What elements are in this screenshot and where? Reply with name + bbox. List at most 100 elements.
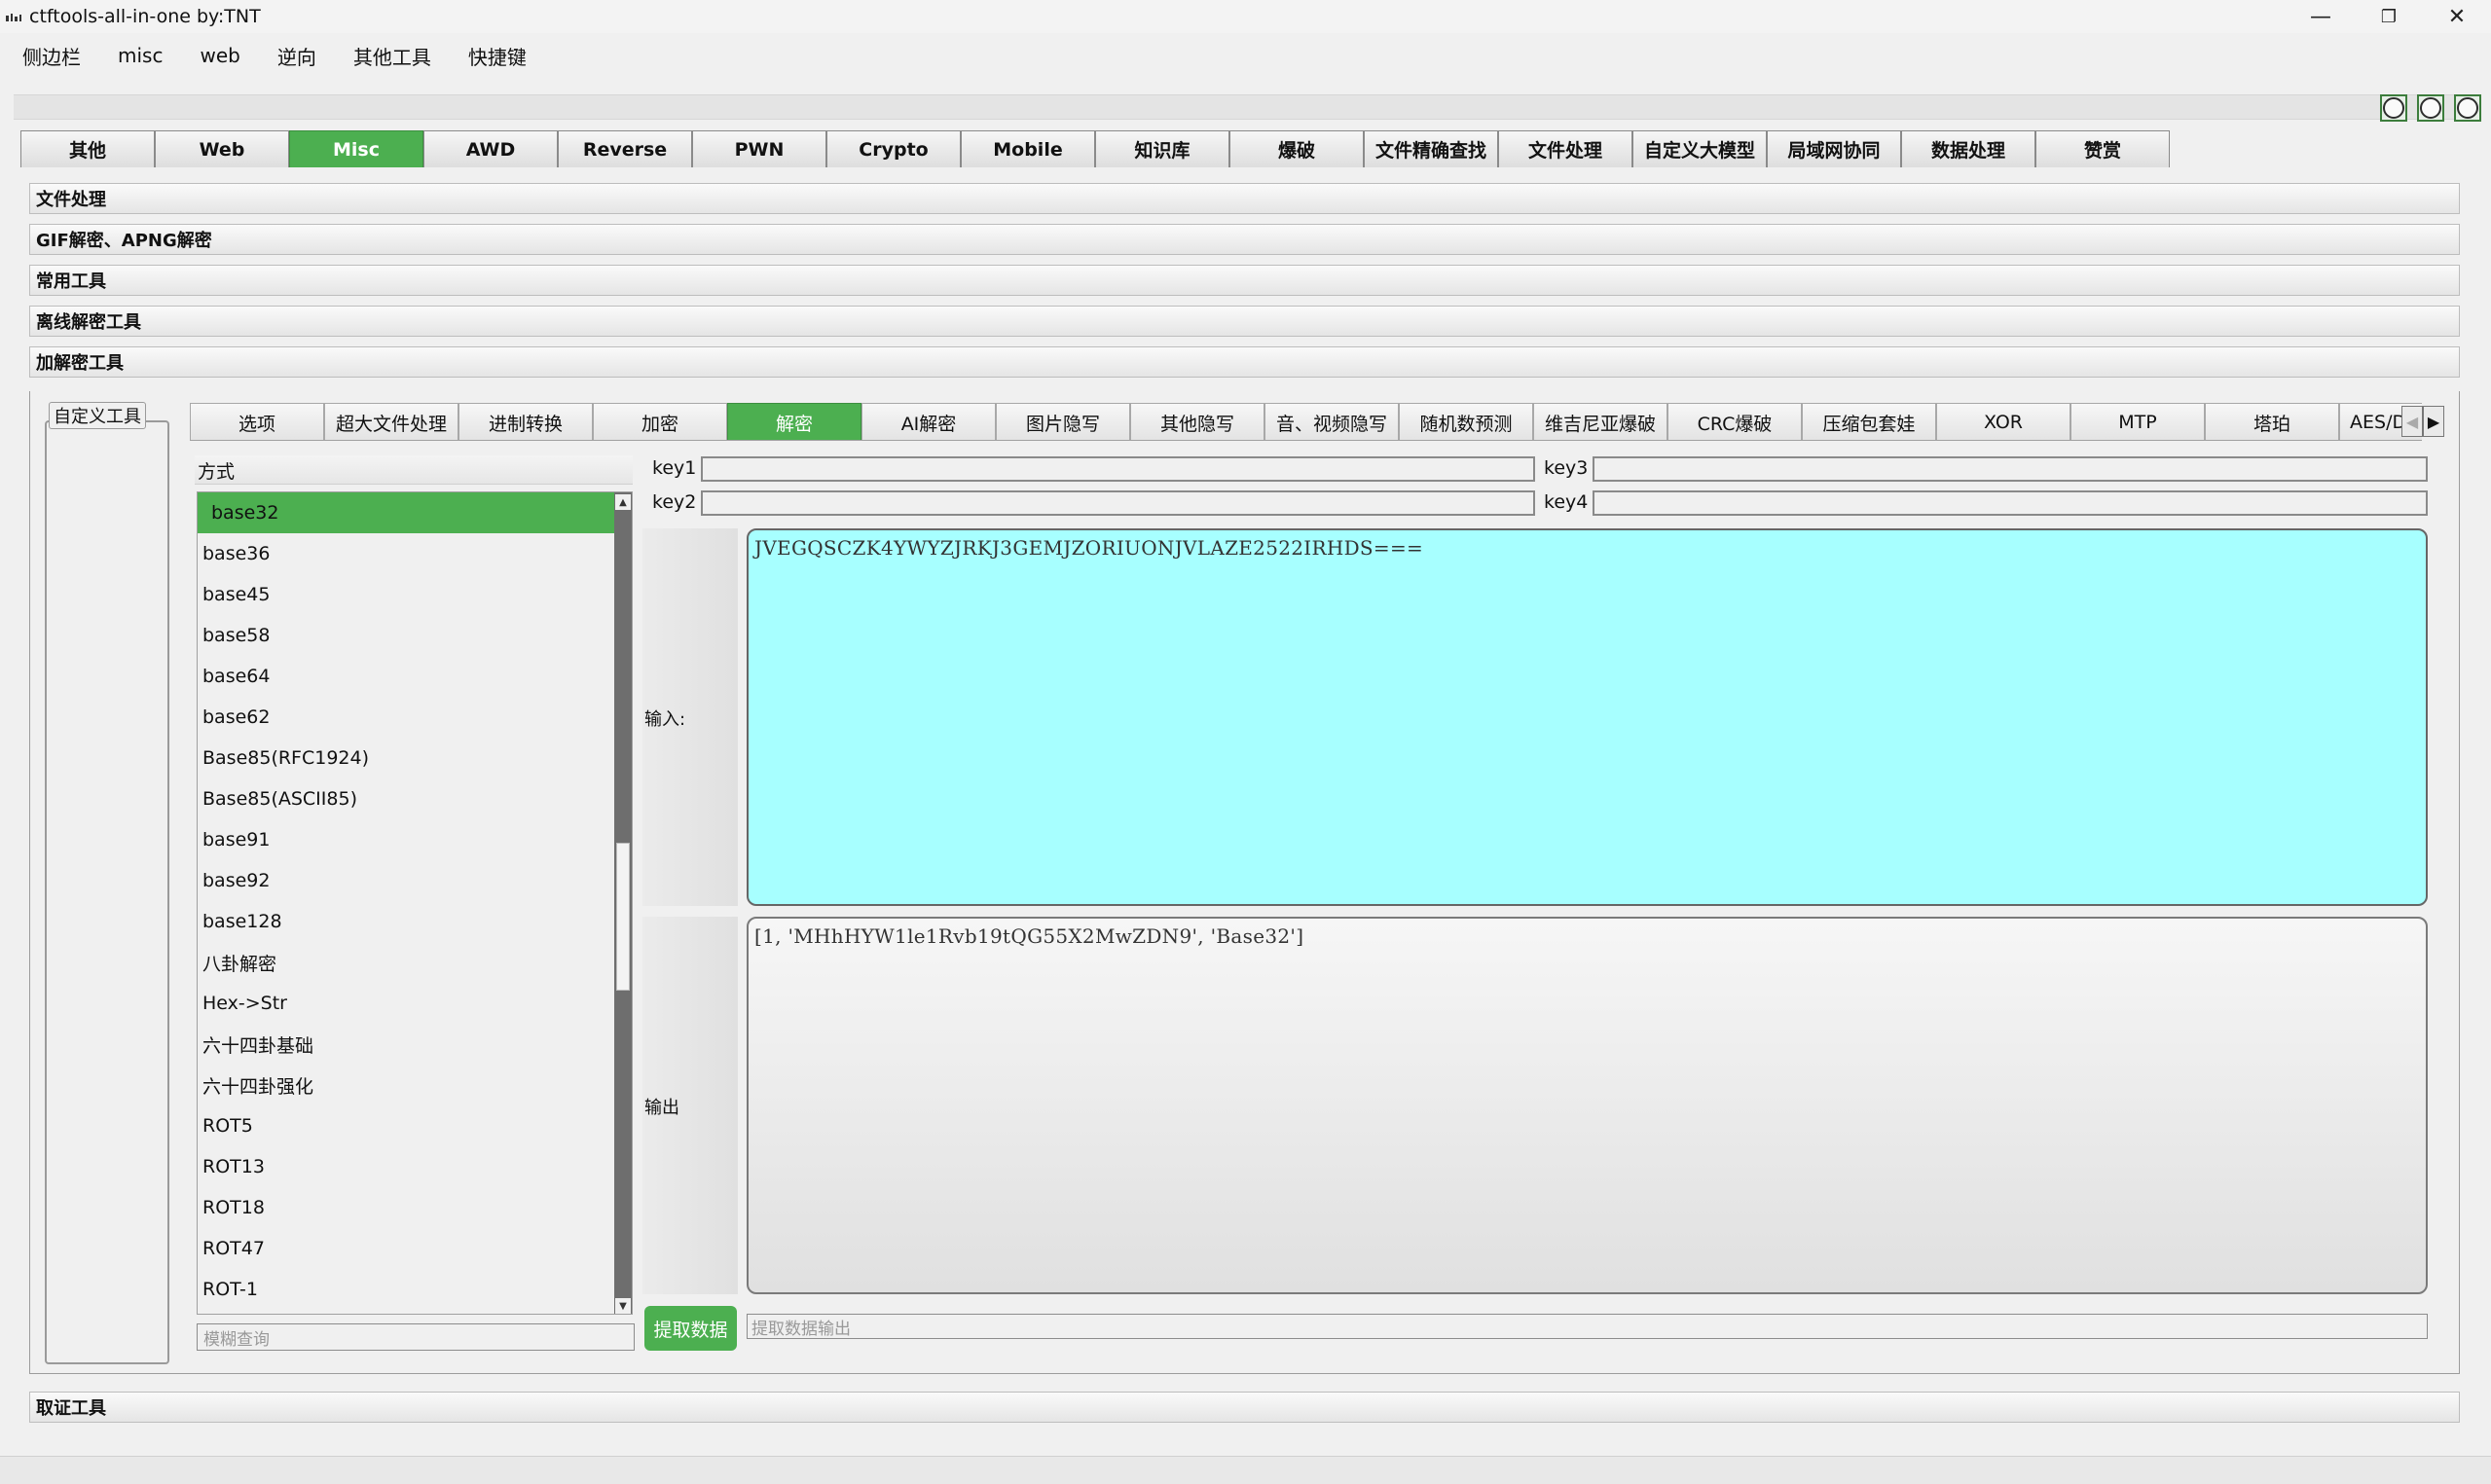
subtab-xor[interactable]: XOR (1936, 403, 2070, 440)
list-item[interactable]: base128 (198, 901, 632, 942)
tab-lan-collab[interactable]: 局域网协同 (1767, 130, 1901, 167)
list-item[interactable]: ROT13 (198, 1146, 632, 1187)
subtab-ai-decrypt[interactable]: AI解密 (861, 403, 996, 440)
menu-other-tools[interactable]: 其他工具 (343, 38, 442, 74)
section-offline-decrypt[interactable]: 离线解密工具 (29, 306, 2460, 337)
tab-misc[interactable]: Misc (289, 130, 423, 167)
scroll-down-icon[interactable]: ▼ (615, 1298, 631, 1314)
subtab-decrypt[interactable]: 解密 (727, 403, 861, 440)
subtab-image-stego[interactable]: 图片隐写 (996, 403, 1130, 440)
scroll-up-icon[interactable]: ▲ (615, 494, 631, 510)
list-item[interactable]: 六十四卦基础 (198, 1024, 632, 1065)
circle-button-2-icon[interactable] (2417, 94, 2444, 122)
custom-tools-panel (45, 420, 169, 1364)
circle-button-1-icon[interactable] (2380, 94, 2407, 122)
tab-bruteforce[interactable]: 爆破 (1229, 130, 1364, 167)
subtab-av-stego[interactable]: 音、视频隐写 (1264, 403, 1399, 440)
list-item[interactable]: base45 (198, 574, 632, 615)
close-icon[interactable]: ✕ (2423, 0, 2491, 33)
subtab-nested-archive[interactable]: 压缩包套娃 (1802, 403, 1936, 440)
tab-other[interactable]: 其他 (20, 130, 155, 167)
tab-file-search[interactable]: 文件精确查找 (1364, 130, 1498, 167)
subtab-large-file[interactable]: 超大文件处理 (324, 403, 458, 440)
subtab-options[interactable]: 选项 (190, 403, 324, 440)
extract-output-field[interactable]: 提取数据输出 (747, 1314, 2428, 1339)
extract-data-button[interactable]: 提取数据 (644, 1306, 737, 1351)
scroll-left-icon[interactable]: ◀ (2401, 406, 2423, 437)
menu-reverse[interactable]: 逆向 (267, 38, 327, 74)
circle-button-3-icon[interactable] (2454, 94, 2481, 122)
list-item[interactable]: base62 (198, 697, 632, 738)
list-scrollbar[interactable]: ▲ ▼ (614, 492, 632, 1314)
list-item[interactable]: Base85(ASCII85) (198, 778, 632, 819)
toolbar-buttons (2380, 94, 2481, 122)
tab-data-processing[interactable]: 数据处理 (1901, 130, 2035, 167)
list-item[interactable]: base91 (198, 819, 632, 860)
input-label: 输入: (644, 709, 686, 730)
list-item[interactable]: base92 (198, 860, 632, 901)
subtab-crc[interactable]: CRC爆破 (1667, 403, 1802, 440)
status-bar (0, 1456, 2491, 1484)
key3-label: key3 (1544, 457, 1589, 479)
list-item[interactable]: Hex->Str (198, 983, 632, 1024)
tab-awd[interactable]: AWD (423, 130, 558, 167)
list-item[interactable]: ROT18 (198, 1187, 632, 1228)
tab-knowledge[interactable]: 知识库 (1095, 130, 1229, 167)
list-item[interactable]: base64 (198, 656, 632, 697)
subtab-tupper[interactable]: 塔珀 (2205, 403, 2339, 440)
custom-tools-title[interactable]: 自定义工具 (49, 402, 146, 429)
tab-mobile[interactable]: Mobile (961, 130, 1095, 167)
subtab-mtp[interactable]: MTP (2070, 403, 2205, 440)
list-item[interactable]: base36 (198, 533, 632, 574)
list-item[interactable]: base32 (198, 492, 614, 533)
tab-reverse[interactable]: Reverse (558, 130, 692, 167)
menu-misc[interactable]: misc (107, 40, 173, 71)
subtab-random-predict[interactable]: 随机数预测 (1399, 403, 1533, 440)
list-item[interactable]: 六十四卦强化 (198, 1065, 632, 1105)
menu-bar: 侧边栏 misc web 逆向 其他工具 快捷键 (0, 33, 2491, 78)
subtab-encrypt[interactable]: 加密 (593, 403, 727, 440)
list-item[interactable]: 八卦解密 (198, 942, 632, 983)
menu-sidebar[interactable]: 侧边栏 (12, 38, 92, 74)
input-textarea[interactable]: JVEGQSCZK4YWYZJRKJ3GEMJZORIUONJVLAZE2522… (747, 528, 2428, 906)
subtab-vigenere[interactable]: 维吉尼亚爆破 (1533, 403, 1667, 440)
tab-custom-llm[interactable]: 自定义大模型 (1632, 130, 1767, 167)
menu-web[interactable]: web (189, 40, 250, 71)
list-item[interactable]: ROT47 (198, 1228, 632, 1269)
scroll-right-icon[interactable]: ▶ (2423, 406, 2444, 437)
scrollbar-thumb[interactable] (616, 843, 630, 991)
tab-web[interactable]: Web (155, 130, 289, 167)
tab-donate[interactable]: 赞赏 (2035, 130, 2170, 167)
subtab-other-stego[interactable]: 其他隐写 (1130, 403, 1264, 440)
list-item[interactable]: ROT5 (198, 1105, 632, 1146)
menu-shortcuts[interactable]: 快捷键 (458, 38, 537, 74)
method-list[interactable]: base32 base36 base45 base58 base64 base6… (197, 491, 633, 1315)
key3-input[interactable] (1593, 456, 2428, 482)
section-file-processing[interactable]: 文件处理 (29, 183, 2460, 214)
subtab-base-convert[interactable]: 进制转换 (458, 403, 593, 440)
list-item[interactable]: Base85(RFC1924) (198, 738, 632, 778)
key1-label: key1 (652, 457, 697, 479)
list-item[interactable]: base58 (198, 615, 632, 656)
section-forensics[interactable]: 取证工具 (29, 1392, 2460, 1423)
toolbar-strip (14, 94, 2463, 120)
tab-pwn[interactable]: PWN (692, 130, 826, 167)
tab-crypto[interactable]: Crypto (826, 130, 961, 167)
title-bar: ctftools-all-in-one by:TNT — ❐ ✕ (0, 0, 2491, 33)
section-common-tools[interactable]: 常用工具 (29, 265, 2460, 296)
section-encrypt-decrypt[interactable]: 加解密工具 (29, 346, 2460, 378)
fuzzy-search-input[interactable]: 模糊查询 (197, 1323, 635, 1351)
method-label: 方式 (198, 461, 236, 483)
output-textarea[interactable]: [1, 'MHhHYW1le1Rvb19tQG55X2MwZDN9', 'Bas… (747, 917, 2428, 1294)
tab-file-processing[interactable]: 文件处理 (1498, 130, 1632, 167)
key2-input[interactable] (701, 490, 1535, 516)
minimize-icon[interactable]: — (2287, 0, 2355, 33)
key1-input[interactable] (701, 456, 1535, 482)
window-title: ctftools-all-in-one by:TNT (29, 6, 261, 27)
restore-icon[interactable]: ❐ (2355, 0, 2423, 33)
key4-label: key4 (1544, 491, 1589, 513)
list-item[interactable]: ROT-1 (198, 1269, 632, 1310)
section-gif-apng[interactable]: GIF解密、APNG解密 (29, 224, 2460, 255)
app-icon (6, 12, 21, 21)
key4-input[interactable] (1593, 490, 2428, 516)
